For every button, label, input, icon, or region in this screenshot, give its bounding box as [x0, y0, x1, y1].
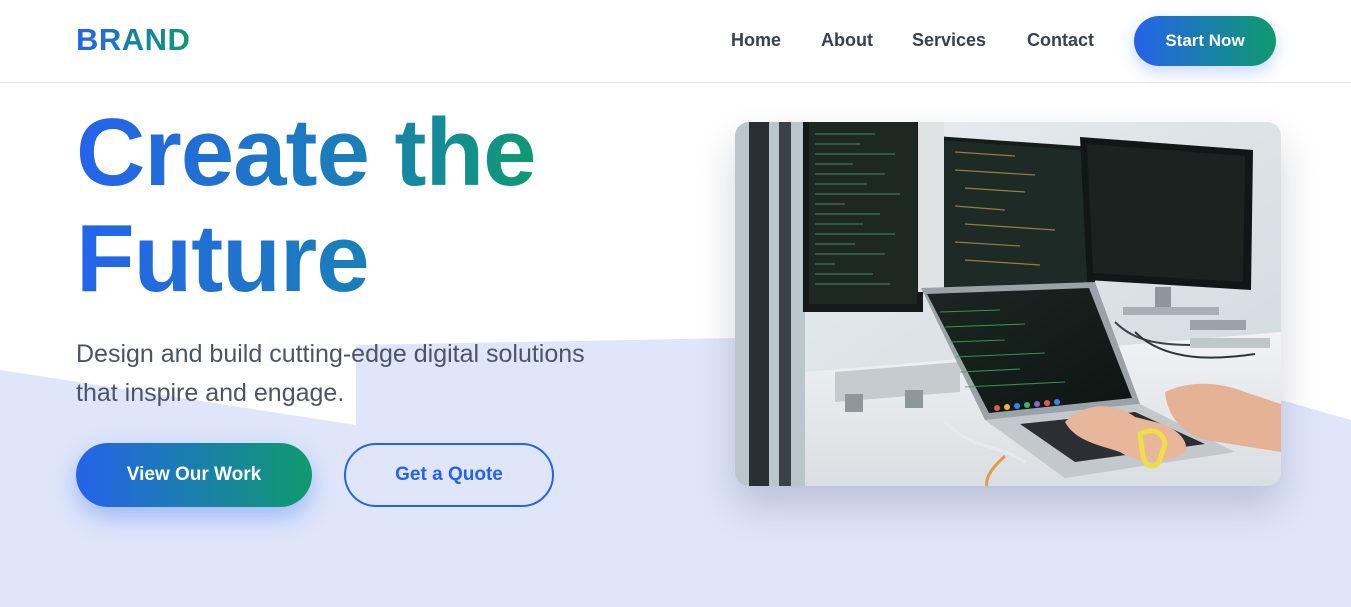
hero-subtitle-line-1: Design and build cutting-edge digital so… [76, 340, 585, 368]
site-header: BRAND Home About Services Contact Start … [0, 0, 1351, 83]
view-our-work-button[interactable]: View Our Work [76, 443, 312, 507]
get-a-quote-button[interactable]: Get a Quote [344, 443, 554, 507]
hero-image [735, 122, 1281, 486]
hero-subtitle: Design and build cutting-edge digital so… [76, 335, 676, 413]
nav-home[interactable]: Home [731, 30, 781, 51]
start-now-button[interactable]: Start Now [1134, 16, 1276, 66]
nav-about[interactable]: About [821, 30, 873, 51]
nav-services[interactable]: Services [912, 30, 986, 51]
hero-subtitle-line-2: that inspire and engage. [76, 379, 345, 407]
hero-title-line-1: Create the [76, 99, 536, 206]
hero-title: Create the Future [76, 100, 696, 312]
hero-title-line-2: Future [76, 205, 369, 312]
developer-workstation-illustration [735, 122, 1281, 486]
nav-contact[interactable]: Contact [1027, 30, 1094, 51]
